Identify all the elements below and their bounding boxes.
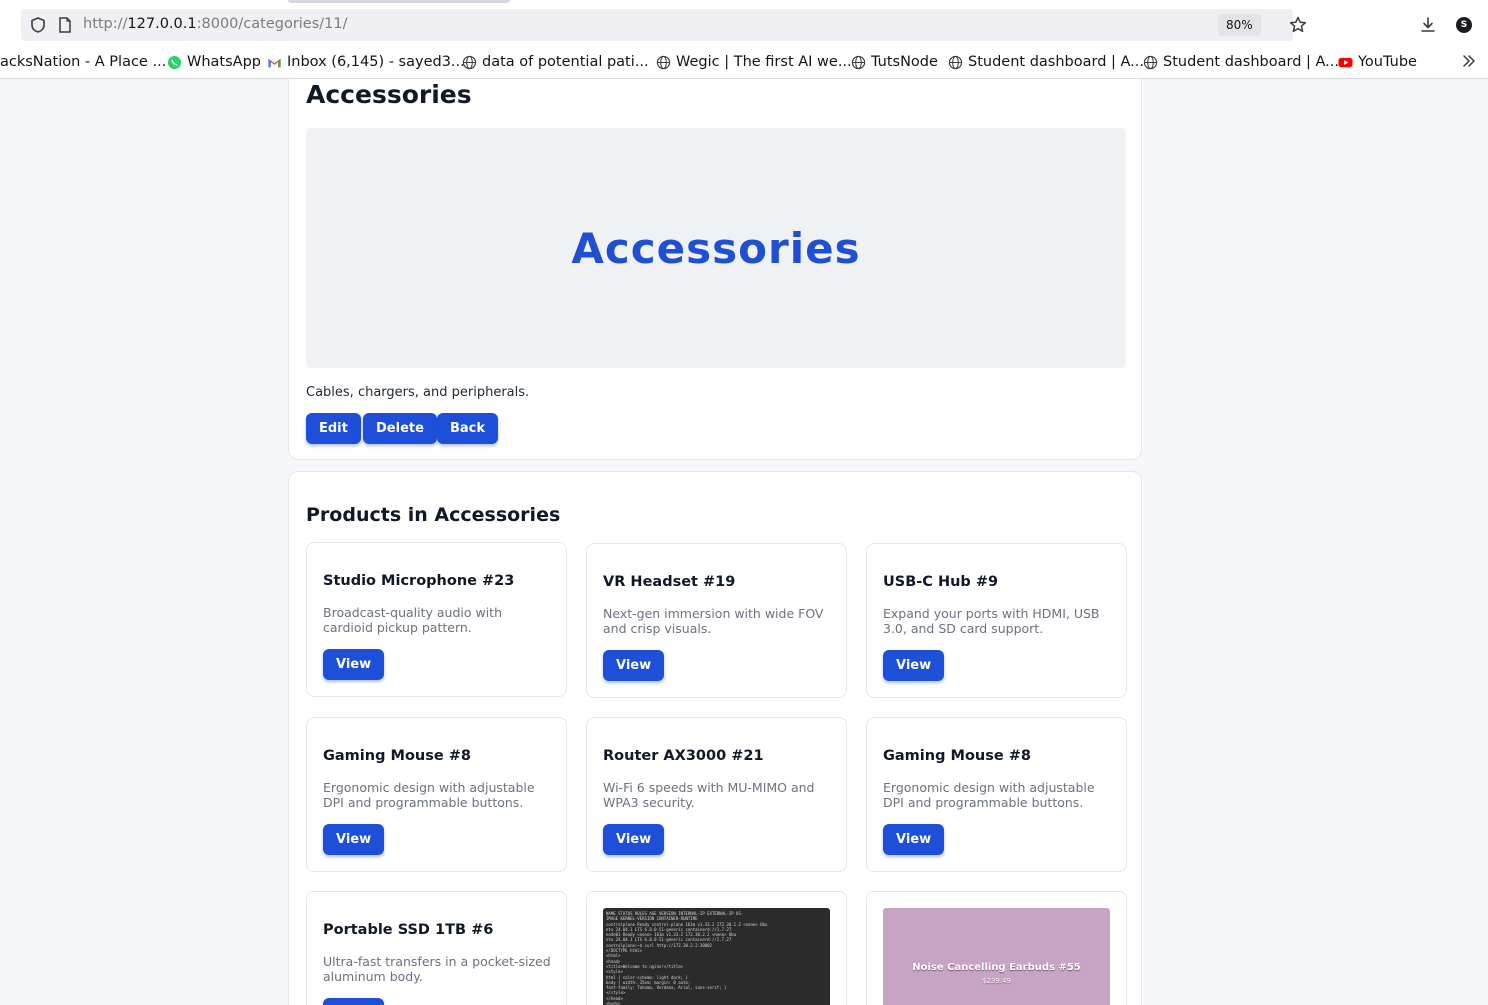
bookmark-label: YouTube — [1358, 54, 1417, 70]
zoom-indicator[interactable]: 80% — [1218, 14, 1261, 36]
product-card: NAME STATUS ROLES AGE VERSION INTERNAL-I… — [586, 891, 847, 1005]
view-button[interactable]: View — [603, 824, 665, 855]
image-caption-title: Noise Cancelling Earbuds #55 — [912, 962, 1081, 973]
product-title: Portable SSD 1TB #6 — [323, 922, 494, 938]
bookmark-star-icon[interactable] — [1288, 15, 1308, 35]
product-card: Router AX3000 #21 Wi-Fi 6 speeds with MU… — [586, 717, 847, 872]
bookmark-student-dashboard-2[interactable]: Student dashboard | A... — [1143, 52, 1339, 72]
globe-icon — [1143, 55, 1158, 69]
product-title: Router AX3000 #21 — [603, 748, 764, 764]
product-description: Ergonomic design with adjustable DPI and… — [883, 780, 1095, 810]
product-title: Gaming Mouse #8 — [883, 748, 1031, 764]
terminal-line: <body> — [606, 1001, 621, 1005]
edit-button[interactable]: Edit — [306, 413, 361, 444]
page-icon — [59, 17, 71, 33]
product-title: USB-C Hub #9 — [883, 574, 999, 590]
gmail-icon — [268, 58, 281, 67]
globe-icon — [656, 55, 671, 69]
product-image-terminal: NAME STATUS ROLES AGE VERSION INTERNAL-I… — [603, 908, 830, 1005]
products-heading: Products in Accessories — [306, 504, 561, 526]
product-card: VR Headset #19 Next-gen immersion with w… — [586, 543, 847, 698]
youtube-icon — [1338, 57, 1353, 67]
bookmark-label: Student dashboard | A... — [968, 54, 1144, 70]
globe-icon — [462, 55, 477, 69]
category-detail-card: Accessories Accessories Cables, chargers… — [288, 79, 1142, 460]
category-title: Accessories — [306, 80, 472, 109]
product-image-earbuds: Noise Cancelling Earbuds #55 $239.49 — [883, 908, 1110, 1005]
globe-icon — [851, 55, 866, 69]
url-host: 127.0.0.1 — [127, 16, 197, 32]
product-card: Studio Microphone #23 Broadcast-quality … — [306, 542, 567, 697]
account-avatar[interactable]: S — [1456, 17, 1472, 33]
bookmark-wegic[interactable]: Wegic | The first AI we... — [656, 52, 852, 72]
product-card: Portable SSD 1TB #6 Ultra-fast transfers… — [306, 891, 567, 1005]
view-button[interactable]: View — [883, 650, 945, 681]
product-description: Broadcast-quality audio with cardioid pi… — [323, 605, 503, 635]
view-button[interactable]: View — [323, 824, 385, 855]
product-card: Noise Cancelling Earbuds #55 $239.49 — [866, 891, 1127, 1005]
globe-icon — [948, 55, 963, 69]
product-description: Wi-Fi 6 speeds with MU-MIMO and WPA3 sec… — [603, 780, 815, 810]
product-description: Ergonomic design with adjustable DPI and… — [323, 780, 535, 810]
chevron-double-right-icon[interactable] — [1460, 52, 1478, 70]
bookmark-gmail-inbox[interactable]: Inbox (6,145) - sayed3... — [267, 52, 465, 72]
bookmark-label: TutsNode — [871, 54, 938, 70]
whatsapp-icon — [167, 55, 182, 69]
product-card: Gaming Mouse #8 Ergonomic design with ad… — [866, 717, 1127, 872]
bookmark-hacksnation[interactable]: acksNation - A Place ... — [0, 52, 166, 72]
bookmark-data-potential[interactable]: data of potential pati... — [462, 52, 649, 72]
url-text[interactable]: http://127.0.0.1:8000/categories/11/ — [83, 16, 348, 32]
products-card: Products in Accessories Studio Microphon… — [288, 471, 1142, 1005]
address-bar[interactable]: http://127.0.0.1:8000/categories/11/ 80% — [21, 9, 1307, 41]
bookmark-label: acksNation - A Place ... — [0, 54, 167, 70]
product-title: Gaming Mouse #8 — [323, 748, 471, 764]
product-card: USB-C Hub #9 Expand your ports with HDMI… — [866, 543, 1127, 698]
bookmarks-bar: acksNation - A Place ... WhatsApp Inbox … — [0, 46, 1488, 78]
category-hero-image: Accessories — [306, 128, 1126, 368]
bookmark-whatsapp[interactable]: WhatsApp — [167, 52, 261, 72]
bookmark-youtube[interactable]: YouTube — [1338, 52, 1417, 72]
page-viewport: Accessories Accessories Cables, chargers… — [0, 79, 1488, 1005]
hero-text: Accessories — [571, 223, 861, 273]
product-description: Expand your ports with HDMI, USB 3.0, an… — [883, 606, 1100, 636]
product-title: Studio Microphone #23 — [323, 573, 515, 589]
bookmark-label: Student dashboard | A... — [1163, 54, 1339, 70]
product-title: VR Headset #19 — [603, 574, 736, 590]
back-button[interactable]: Back — [437, 413, 499, 444]
browser-toolbar: http://127.0.0.1:8000/categories/11/ 80%… — [0, 0, 1488, 79]
view-button[interactable]: View — [323, 998, 385, 1005]
view-button[interactable]: View — [883, 824, 945, 855]
download-icon[interactable] — [1418, 15, 1438, 35]
url-scheme: http:// — [83, 16, 128, 32]
bookmark-label: data of potential pati... — [482, 54, 649, 70]
view-button[interactable]: View — [603, 650, 665, 681]
bookmark-student-dashboard-1[interactable]: Student dashboard | A... — [948, 52, 1144, 72]
category-description: Cables, chargers, and peripherals. — [306, 385, 530, 400]
delete-button[interactable]: Delete — [363, 413, 437, 444]
shield-icon[interactable] — [29, 16, 47, 34]
bookmark-label: WhatsApp — [187, 54, 261, 70]
bookmark-label: Wegic | The first AI we... — [676, 54, 852, 70]
product-description: Ultra-fast transfers in a pocket-sized a… — [323, 954, 551, 984]
bookmark-label: Inbox (6,145) - sayed3... — [287, 54, 465, 70]
image-caption-price: $239.49 — [982, 977, 1011, 985]
product-description: Next-gen immersion with wide FOV and cri… — [603, 606, 824, 636]
bookmark-tutsnode[interactable]: TutsNode — [851, 52, 938, 72]
active-tab-edge[interactable] — [288, 0, 510, 3]
product-card: Gaming Mouse #8 Ergonomic design with ad… — [306, 717, 567, 872]
view-button[interactable]: View — [323, 649, 385, 680]
url-path: :8000/categories/11/ — [196, 16, 348, 32]
